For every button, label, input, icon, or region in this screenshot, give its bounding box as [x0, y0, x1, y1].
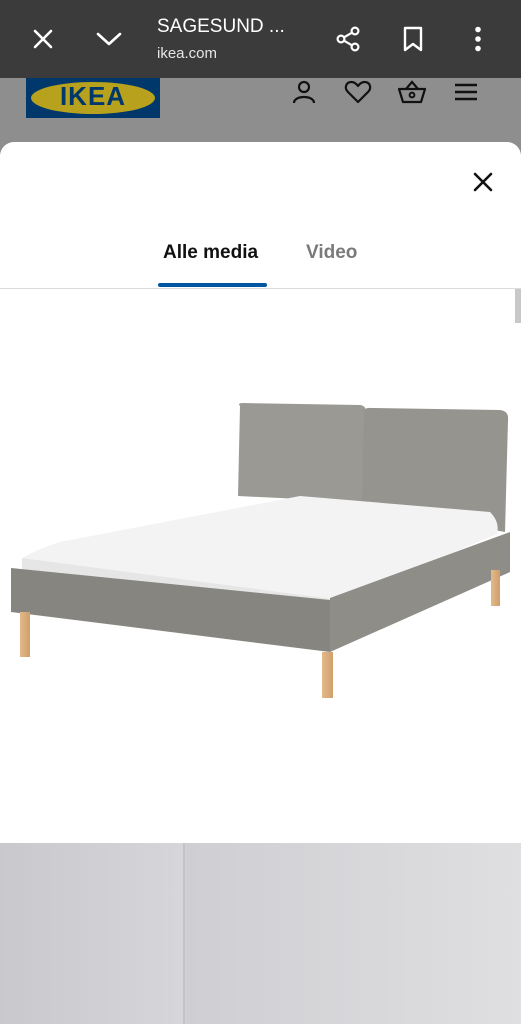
page-url[interactable]: ikea.com	[157, 45, 217, 62]
browser-toolbar: SAGESUND ... ikea.com	[0, 0, 521, 78]
product-image[interactable]	[0, 372, 521, 772]
close-icon[interactable]	[26, 22, 60, 56]
active-tab-indicator	[158, 283, 267, 287]
logo-oval: IKEA	[31, 80, 155, 114]
close-icon[interactable]	[466, 165, 500, 199]
chevron-down-icon[interactable]	[92, 22, 126, 56]
more-vert-icon[interactable]	[461, 22, 495, 56]
user-icon[interactable]	[289, 77, 319, 107]
media-tabs: Alle media Video	[0, 232, 521, 290]
wall-corner	[183, 843, 185, 1024]
tabs-divider	[0, 288, 521, 289]
share-icon[interactable]	[331, 22, 365, 56]
page-title[interactable]: SAGESUND ...	[157, 16, 285, 38]
room-photo-thumbnail[interactable]	[0, 843, 521, 1024]
media-modal: Alle media Video	[0, 142, 521, 1024]
tab-video[interactable]: Video	[306, 242, 357, 264]
ikea-logo[interactable]: IKEA	[26, 78, 160, 118]
bookmark-icon[interactable]	[396, 22, 430, 56]
heart-icon[interactable]	[343, 77, 373, 107]
logo-text: IKEA	[59, 80, 127, 111]
menu-icon[interactable]	[451, 77, 481, 107]
tab-all-media[interactable]: Alle media	[163, 242, 258, 264]
scrollbar[interactable]	[515, 289, 521, 323]
basket-icon[interactable]	[397, 77, 427, 107]
